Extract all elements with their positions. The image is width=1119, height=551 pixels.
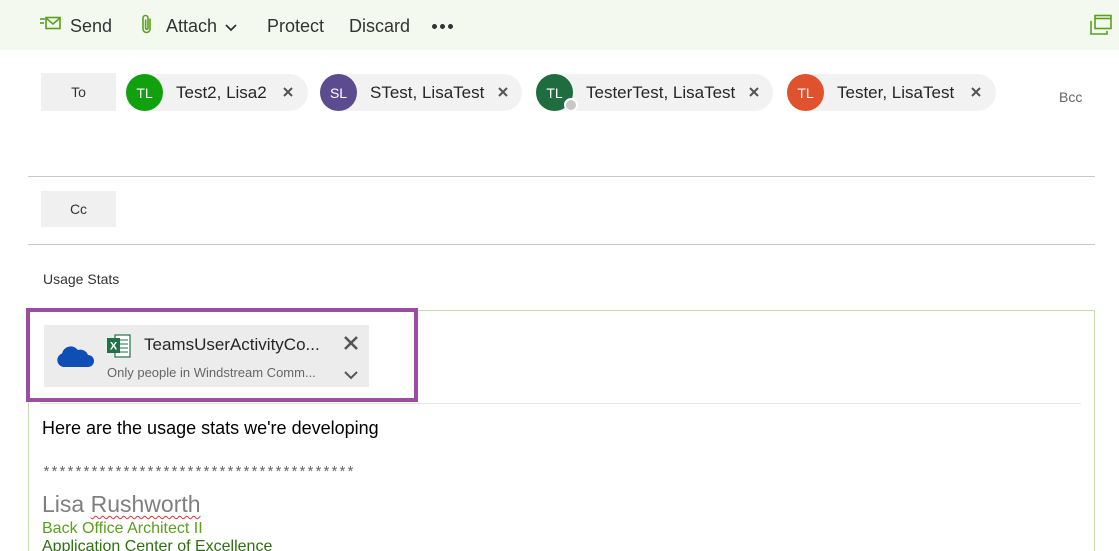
more-options-button[interactable] <box>432 13 453 39</box>
avatar: TL <box>536 74 578 112</box>
avatar: TL <box>787 74 824 111</box>
recipient-name: TesterTest, LisaTest <box>586 82 736 102</box>
pop-out-icon <box>1089 14 1113 41</box>
chevron-down-icon <box>225 16 237 37</box>
remove-recipient-icon[interactable] <box>280 84 296 100</box>
attach-button[interactable]: Attach <box>140 13 237 39</box>
recipient-chip[interactable]: TL Tester, LisaTest <box>787 74 996 111</box>
protect-label: Protect <box>267 15 325 36</box>
cc-label: Cc <box>69 201 88 217</box>
compose-toolbar: Send Attach Protect Discard <box>0 0 1119 50</box>
message-text: Here are the usage stats we're developin… <box>42 418 379 438</box>
discard-button[interactable]: Discard <box>349 13 410 39</box>
avatar: TL <box>126 74 163 111</box>
to-label: To <box>71 84 86 100</box>
paperclip-icon <box>140 13 154 40</box>
send-button[interactable]: Send <box>40 13 112 39</box>
recipient-chip[interactable]: TL TesterTest, LisaTest <box>536 74 773 112</box>
more-dots-icon <box>432 13 453 39</box>
remove-recipient-icon[interactable] <box>746 84 762 100</box>
remove-recipient-icon[interactable] <box>968 84 984 100</box>
send-icon <box>40 16 62 37</box>
recipient-name: Test2, Lisa2 <box>176 82 267 102</box>
presence-offline-icon <box>564 98 578 112</box>
recipient-name: Tester, LisaTest <box>837 82 955 102</box>
discard-label: Discard <box>349 15 411 36</box>
recipient-chip[interactable]: TL Test2, Lisa2 <box>126 74 308 111</box>
recipient-chip[interactable]: SL STest, LisaTest <box>320 74 522 111</box>
subject-field[interactable]: Usage Stats <box>43 271 119 287</box>
remove-recipient-icon[interactable] <box>495 84 511 100</box>
bcc-link[interactable]: Bcc <box>1059 89 1082 105</box>
to-button[interactable]: To <box>41 73 116 111</box>
send-label: Send <box>70 15 113 36</box>
recipient-name: STest, LisaTest <box>370 82 485 102</box>
signature-title: Back Office Architect II <box>42 520 203 537</box>
signature-department: Application Center of Excellence <box>42 538 273 551</box>
highlight-annotation <box>26 308 418 402</box>
protect-button[interactable]: Protect <box>267 13 324 39</box>
cc-button[interactable]: Cc <box>41 191 116 227</box>
attach-label: Attach <box>166 15 218 36</box>
pop-out-button[interactable] <box>1089 14 1113 40</box>
divider <box>28 176 1095 177</box>
signature-separator: *************************************** <box>42 465 355 482</box>
divider <box>40 403 1081 404</box>
divider <box>28 244 1095 245</box>
avatar: SL <box>320 74 357 111</box>
signature-name: Lisa Rushworth <box>42 491 201 517</box>
